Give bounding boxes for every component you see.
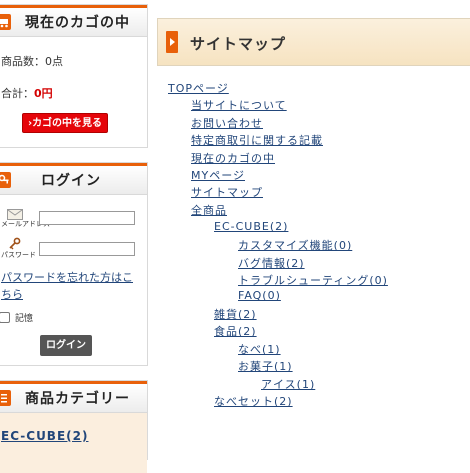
cart-box-header: 現在のカゴの中: [0, 5, 147, 37]
sitemap-link[interactable]: 全商品: [191, 202, 227, 218]
list-icon: [0, 390, 11, 406]
password-field[interactable]: [39, 242, 135, 256]
sitemap-link[interactable]: カスタマイズ機能(0): [238, 237, 352, 253]
view-cart-button[interactable]: ›カゴの中を見る: [22, 113, 108, 133]
sitemap-title-bar: サイトマップ: [157, 18, 470, 66]
login-button[interactable]: ログイン: [40, 335, 92, 356]
sitemap-link[interactable]: 当サイトについて: [191, 97, 287, 113]
arrow-right-icon: [166, 31, 178, 53]
sitemap-link[interactable]: TOPページ: [168, 80, 229, 96]
cart-total: 合計：0円: [1, 85, 53, 101]
page-title: サイトマップ: [190, 35, 287, 53]
login-box-title: ログイン: [41, 173, 101, 189]
sitemap-link[interactable]: なべ(1): [238, 341, 281, 357]
sitemap-link[interactable]: EC-CUBE(2): [214, 220, 288, 233]
sitemap-link[interactable]: サイトマップ: [191, 184, 263, 200]
sitemap-link[interactable]: 雑貨(2): [214, 306, 257, 322]
sitemap-link[interactable]: FAQ(0): [238, 289, 281, 302]
category-box-header: 商品カテゴリー: [0, 381, 147, 413]
sitemap-link[interactable]: 現在のカゴの中: [191, 150, 275, 166]
cart-total-value: 0円: [34, 87, 53, 100]
sitemap-link[interactable]: お問い合わせ: [191, 115, 263, 131]
sitemap-link[interactable]: 特定商取引に関する記載: [191, 132, 323, 148]
cart-item-count: 商品数：0点: [1, 55, 63, 68]
sitemap-link[interactable]: バグ情報(2): [238, 255, 305, 271]
cart-icon: [0, 14, 11, 30]
sitemap-link[interactable]: トラブルシューティング(0): [238, 272, 388, 288]
sitemap-link[interactable]: MYページ: [191, 167, 245, 183]
login-box-header: ログイン: [0, 163, 147, 195]
sitemap-link[interactable]: アイス(1): [261, 376, 315, 392]
sitemap-link[interactable]: 食品(2): [214, 323, 257, 339]
view-cart-button-label: カゴの中を見る: [32, 118, 103, 129]
category-box: 商品カテゴリー EC-CUBE(2): [0, 380, 148, 473]
sitemap-link[interactable]: お菓子(1): [238, 358, 293, 374]
login-box: ログイン メールアドレス パスワード パスワードを忘れた方はこちら 記憶 ログイ…: [0, 162, 148, 366]
category-list: EC-CUBE(2): [0, 413, 147, 473]
email-field[interactable]: [39, 211, 135, 225]
category-item-ec-cube[interactable]: EC-CUBE(2): [1, 429, 88, 443]
cart-box-title: 現在のカゴの中: [25, 15, 130, 31]
category-box-title: 商品カテゴリー: [25, 391, 130, 407]
key-icon: [0, 172, 11, 188]
sitemap-link[interactable]: なべセット(2): [214, 393, 293, 409]
remember-checkbox[interactable]: [0, 312, 10, 323]
forgot-password-link[interactable]: パスワードを忘れた方はこちら: [1, 269, 137, 303]
remember-label: 記憶: [15, 314, 34, 324]
cart-total-label: 合計：: [1, 87, 34, 100]
cart-box: 現在のカゴの中 商品数：0点 合計：0円 ›カゴの中を見る: [0, 4, 148, 148]
password-label: パスワード: [1, 251, 36, 259]
